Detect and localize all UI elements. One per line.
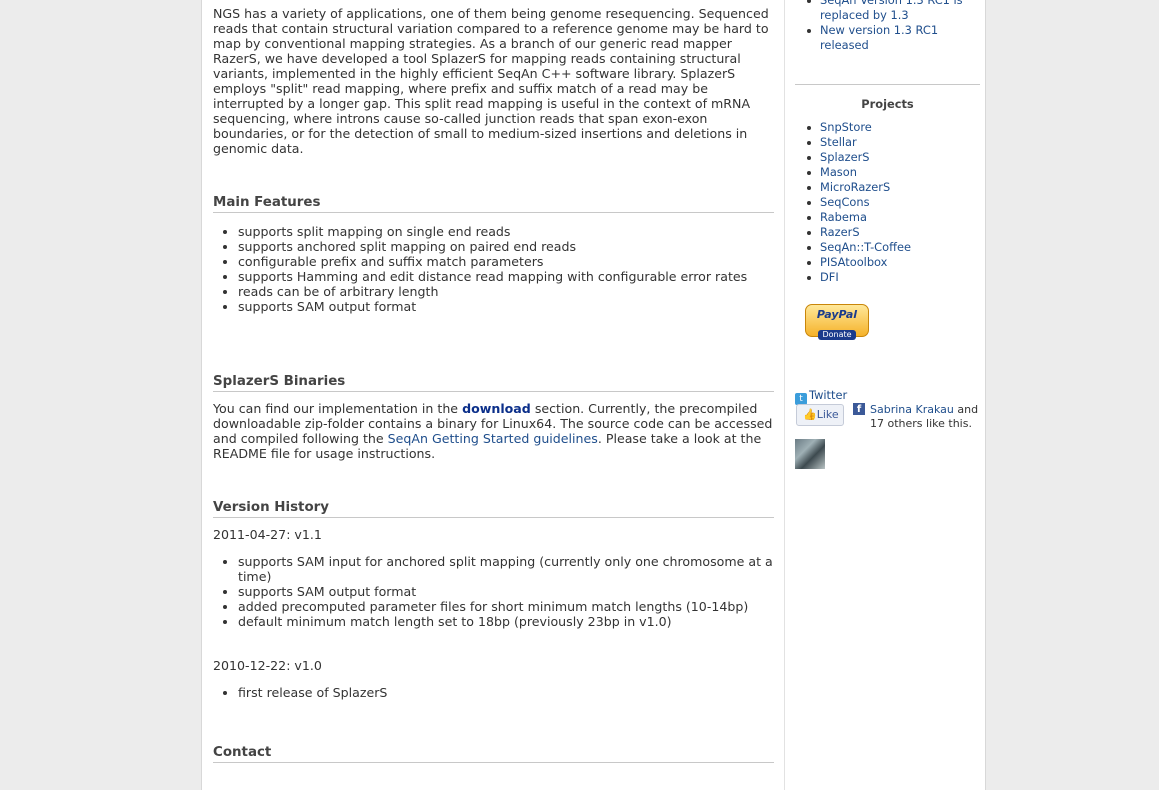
features-list: supports split mapping on single end rea… — [213, 224, 774, 314]
like-social-text: Sabrina Krakau and 17 others like this. — [870, 403, 985, 431]
list-item[interactable]: PISAtoolbox — [795, 255, 980, 270]
v11-changes-list: supports SAM input for anchored split ma… — [213, 554, 774, 629]
v10-changes-list: first release of SplazerS — [213, 685, 774, 700]
section-heading-main-features: Main Features — [213, 195, 774, 213]
list-item[interactable]: New version 1.3 RC1 released — [795, 23, 980, 53]
intro-paragraph: NGS has a variety of applications, one o… — [213, 6, 769, 156]
list-item[interactable]: Mason — [795, 165, 980, 180]
twitter-label[interactable]: Twitter — [809, 388, 847, 402]
list-item[interactable]: MicroRazerS — [795, 180, 980, 195]
liker-name-link[interactable]: Sabrina Krakau — [870, 403, 954, 416]
twitter-link[interactable]: t Twitter — [795, 388, 847, 405]
sidebar-divider — [784, 0, 785, 790]
list-item: added precomputed parameter files for sh… — [213, 599, 774, 614]
projects-list: SnpStore Stellar SplazerS Mason MicroRazerS S… — [795, 120, 980, 285]
sidebar-separator — [795, 84, 980, 85]
getting-started-link[interactable]: SeqAn Getting Started guidelines — [388, 431, 598, 446]
list-item[interactable]: SplazerS — [795, 150, 980, 165]
news-list: Repository RestructuredSeqAn Version 1.3… — [795, 0, 980, 53]
list-item: supports SAM output format — [213, 299, 774, 314]
facebook-like-button[interactable]: 👍Like — [796, 404, 844, 426]
list-item: reads can be of arbitrary length — [213, 284, 774, 299]
list-item: supports split mapping on single end rea… — [213, 224, 774, 239]
section-heading-contact: Contact — [213, 745, 774, 763]
list-item[interactable]: Rabema — [795, 210, 980, 225]
list-item[interactable]: SnpStore — [795, 120, 980, 135]
like-label: Like — [816, 408, 839, 421]
section-heading-binaries: SplazerS Binaries — [213, 374, 774, 392]
download-link[interactable]: download — [462, 401, 531, 416]
donate-label: Donate — [818, 330, 856, 340]
binaries-paragraph: You can find our implementation in the d… — [213, 401, 774, 461]
list-item[interactable]: SeqCons — [795, 195, 980, 210]
version-label-v11: 2011-04-27: v1.1 — [213, 527, 322, 542]
list-item[interactable]: SeqAn Version 1.3 RC1 is replaced by 1.3 — [795, 0, 980, 23]
version-label-v10: 2010-12-22: v1.0 — [213, 658, 322, 673]
paypal-logo: PayPal — [816, 308, 858, 321]
list-item: supports Hamming and edit distance read … — [213, 269, 774, 284]
list-item[interactable]: SeqAn::T-Coffee — [795, 240, 980, 255]
list-item[interactable]: Stellar — [795, 135, 980, 150]
list-item[interactable]: DFI — [795, 270, 980, 285]
section-heading-version-history: Version History — [213, 500, 774, 518]
list-item: default minimum match length set to 18bp… — [213, 614, 774, 629]
projects-title: Projects — [861, 97, 914, 111]
list-item: first release of SplazerS — [213, 685, 774, 700]
list-item[interactable]: RazerS — [795, 225, 980, 240]
liker-avatar[interactable] — [795, 439, 825, 469]
page-content: NGS has a variety of applications, one o… — [201, 0, 986, 790]
list-item: configurable prefix and suffix match par… — [213, 254, 774, 269]
list-item: supports SAM input for anchored split ma… — [213, 554, 774, 584]
paypal-donate-button[interactable]: PayPal Donate — [805, 304, 869, 340]
thumbs-up-icon: 👍 — [803, 408, 817, 421]
list-item: supports anchored split mapping on paire… — [213, 239, 774, 254]
facebook-icon: f — [853, 403, 865, 415]
binaries-text: You can find our implementation in the — [213, 401, 463, 416]
list-item: supports SAM output format — [213, 584, 774, 599]
